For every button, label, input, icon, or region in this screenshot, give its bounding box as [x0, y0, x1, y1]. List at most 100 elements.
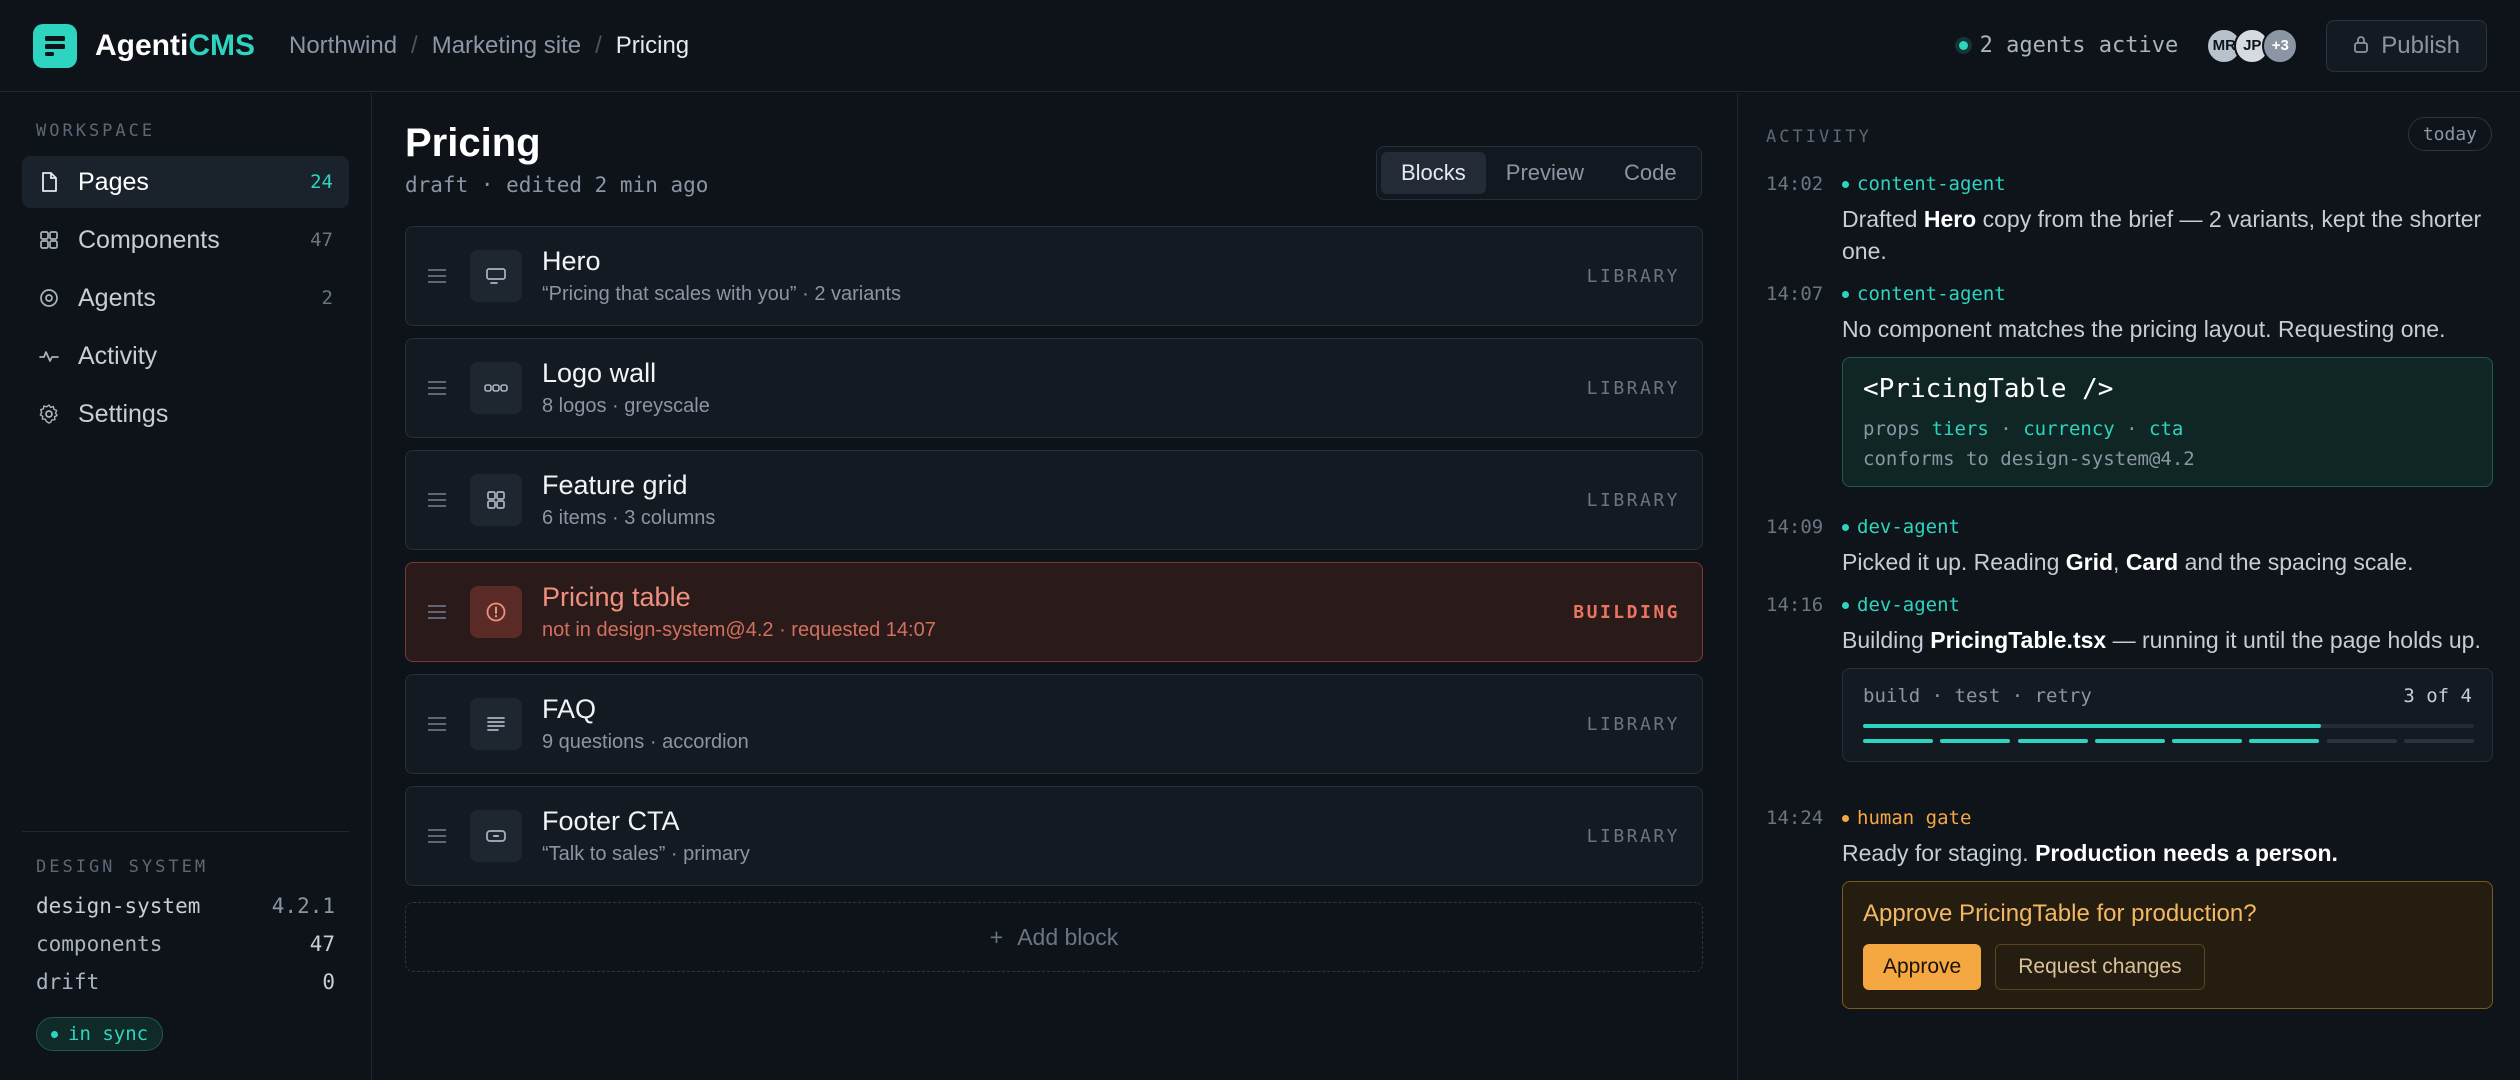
status-dot-icon [1958, 41, 1968, 50]
activity-label: ACTIVITY [1766, 127, 1872, 147]
entry-message: Building PricingTable.tsx — running it u… [1842, 627, 2481, 653]
design-system-row: components 47 [36, 932, 335, 956]
target-icon [38, 287, 60, 309]
view-switcher: Blocks Preview Code [1376, 146, 1702, 200]
block-title: FAQ [542, 694, 597, 724]
component-name: <PricingTable /> [1863, 374, 2114, 404]
sidebar-item-settings[interactable]: Settings [22, 388, 349, 440]
sidebar-item-label: Activity [78, 341, 158, 370]
drag-handle-icon[interactable] [428, 829, 448, 843]
sidebar: WORKSPACE Pages 24 Components 47 Agents … [0, 93, 372, 1080]
avatar-overflow[interactable]: +3 [2262, 27, 2299, 64]
build-counter: 3 of 4 [2403, 685, 2472, 707]
sidebar-item-pages[interactable]: Pages 24 [22, 156, 349, 208]
agent-name: dev-agent [1842, 516, 2493, 538]
block-subtitle: not in design-system@4.2 · requested 14:… [542, 619, 936, 641]
block-subtitle: 8 logos · greyscale [542, 395, 710, 417]
request-changes-button[interactable]: Request changes [1995, 944, 2205, 990]
build-segment [1863, 739, 1933, 743]
block-title: Pricing table [542, 582, 691, 612]
sidebar-item-label: Settings [78, 399, 169, 428]
gear-icon [38, 403, 60, 425]
block-row-hero[interactable]: Hero “Pricing that scales with you” · 2 … [405, 226, 1703, 326]
block-tag: BUILDING [1573, 601, 1680, 623]
breadcrumb-item[interactable]: Northwind [289, 32, 397, 60]
drag-handle-icon[interactable] [428, 605, 448, 619]
approval-question: Approve PricingTable for production? [1863, 900, 2257, 927]
build-progress-card: build · test · retry 3 of 4 [1842, 668, 2493, 762]
plus-icon: + [989, 923, 1004, 950]
drag-handle-icon[interactable] [428, 381, 448, 395]
sidebar-item-count: 2 [321, 287, 333, 309]
sidebar-item-count: 47 [310, 229, 333, 251]
block-row-pricing-table[interactable]: Pricing table not in design-system@4.2 ·… [405, 562, 1703, 662]
sidebar-section-label: WORKSPACE [36, 121, 156, 141]
agent-name: human gate [1842, 807, 2493, 829]
avatar-stack[interactable]: MR JP +3 [2206, 27, 2299, 64]
publish-button[interactable]: Publish [2326, 19, 2487, 72]
block-row-footer-cta[interactable]: Footer CTA “Talk to sales” · primary LIB… [405, 786, 1703, 886]
block-subtitle: 9 questions · accordion [542, 731, 749, 753]
status-dot-icon [1842, 601, 1849, 609]
build-segment [2094, 739, 2165, 743]
entry-time: 14:02 [1766, 173, 1824, 195]
breadcrumb: Northwind / Marketing site / Pricing [289, 31, 690, 60]
entry-time: 14:24 [1766, 807, 1824, 829]
build-segment [2403, 739, 2474, 743]
block-tag: LIBRARY [1586, 825, 1680, 847]
agents-active-status: 2 agents active [1958, 33, 2178, 58]
block-row-logo-wall[interactable]: Logo wall 8 logos · greyscale LIBRARY [405, 338, 1703, 438]
status-dot-icon [1842, 180, 1849, 188]
entry-message: Drafted Hero copy from the brief — 2 var… [1842, 206, 2482, 264]
approve-button[interactable]: Approve [1863, 944, 1982, 990]
pulse-icon [38, 345, 60, 367]
top-bar: AgentiCMS Northwind / Marketing site / P… [0, 0, 2520, 92]
block-title: Hero [542, 246, 601, 276]
drag-handle-icon[interactable] [428, 717, 448, 731]
agent-name: content-agent [1842, 173, 2493, 195]
agent-name: dev-agent [1842, 594, 2493, 616]
alert-icon [470, 586, 522, 638]
lock-icon [2353, 32, 2369, 60]
drag-handle-icon[interactable] [428, 269, 448, 283]
sidebar-item-label: Agents [78, 283, 156, 312]
tab-preview[interactable]: Preview [1486, 152, 1604, 194]
text-lines-icon [470, 698, 522, 750]
divider [22, 831, 349, 832]
breadcrumb-item[interactable]: Marketing site [432, 32, 581, 60]
sidebar-item-label: Components [78, 225, 220, 254]
tab-blocks[interactable]: Blocks [1381, 152, 1486, 194]
sidebar-item-activity[interactable]: Activity [22, 330, 349, 382]
logo-icon [33, 23, 77, 68]
entry-message: Ready for staging. Production needs a pe… [1842, 840, 2338, 866]
entry-time: 14:09 [1766, 516, 1824, 538]
entry-message: No component matches the pricing layout.… [1842, 316, 2446, 342]
build-segment [2017, 739, 2088, 743]
block-row-feature-grid[interactable]: Feature grid 6 items · 3 columns LIBRARY [405, 450, 1703, 550]
block-tag: LIBRARY [1586, 713, 1680, 735]
tab-code[interactable]: Code [1604, 152, 1697, 194]
hero-icon [470, 250, 522, 302]
page-subtitle: draft · edited 2 min ago [405, 173, 709, 197]
page-title: Pricing [405, 121, 541, 165]
status-dot-icon [1842, 814, 1849, 822]
sync-status-badge: in sync [36, 1017, 164, 1051]
block-title: Logo wall [542, 358, 657, 388]
entry-time: 14:16 [1766, 594, 1824, 616]
drag-handle-icon[interactable] [428, 493, 448, 507]
file-icon [38, 171, 60, 193]
build-segment [2172, 739, 2243, 743]
date-filter[interactable]: today [2407, 117, 2492, 151]
build-segment [1940, 739, 2011, 743]
sidebar-item-components[interactable]: Components 47 [22, 214, 349, 266]
sidebar-item-agents[interactable]: Agents 2 [22, 272, 349, 324]
logos-icon [470, 362, 522, 414]
build-progress-bar [1863, 724, 2474, 728]
add-block-button[interactable]: + Add block [405, 902, 1703, 972]
block-row-faq[interactable]: FAQ 9 questions · accordion LIBRARY [405, 674, 1703, 774]
brand-name: AgentiCMS [95, 28, 255, 62]
component-request-card[interactable]: <PricingTable /> props tiers · currency … [1842, 357, 2493, 487]
activity-panel: ACTIVITY today 14:02 content-agent Draft… [1737, 93, 2520, 1080]
component-props: props tiers · currency · cta [1863, 418, 2184, 440]
entry-time: 14:07 [1766, 283, 1824, 305]
